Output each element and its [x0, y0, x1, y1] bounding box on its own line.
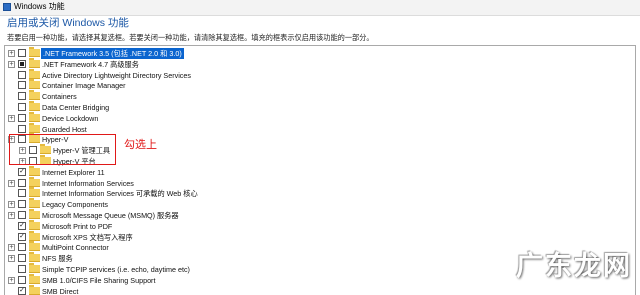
folder-icon — [29, 165, 40, 176]
expand-toggle-icon[interactable]: + — [8, 50, 15, 57]
feature-label: Active Directory Lightweight Directory S… — [42, 70, 191, 80]
feature-checkbox[interactable] — [18, 254, 26, 263]
feature-checkbox[interactable] — [18, 92, 26, 101]
window-title: Windows 功能 — [14, 2, 65, 11]
feature-row[interactable]: Simple TCPIP services (i.e. echo, daytim… — [5, 263, 605, 275]
feature-label: Device Lockdown — [42, 113, 99, 123]
page-description: 若要启用一种功能，请选择其复选框。若要关闭一种功能，请清除其复选框。填充的框表示… — [7, 33, 374, 42]
folder-icon — [29, 209, 40, 219]
feature-row[interactable]: + .NET Framework 4.7 高级服务 — [5, 57, 605, 70]
feature-row[interactable]: Containers — [5, 90, 605, 102]
annotation-highlight-box — [9, 134, 116, 165]
feature-label: Internet Explorer 11 — [42, 167, 105, 177]
expand-toggle-icon[interactable]: + — [8, 255, 15, 263]
expand-toggle-icon[interactable]: + — [8, 179, 15, 187]
feature-row[interactable]: + Microsoft Message Queue (MSMQ) 服务器 — [5, 209, 605, 221]
page-heading: 启用或关闭 Windows 功能 — [7, 17, 129, 29]
expand-toggle-icon[interactable]: + — [8, 276, 15, 284]
feature-checkbox[interactable] — [18, 200, 26, 209]
expand-toggle-icon[interactable]: + — [8, 201, 15, 209]
feature-row[interactable]: Guarded Host — [5, 122, 605, 135]
expand-toggle-icon[interactable]: + — [8, 60, 15, 68]
annotation-text: 勾选上 — [124, 139, 157, 151]
feature-row[interactable]: + Device Lockdown — [5, 111, 605, 124]
folder-icon — [29, 187, 40, 198]
feature-checkbox[interactable] — [18, 275, 26, 284]
folder-icon — [29, 176, 40, 187]
feature-row[interactable]: Data Center Bridging — [5, 101, 605, 113]
feature-checkbox[interactable] — [18, 124, 26, 133]
feature-label: .NET Framework 4.7 高级服务 — [42, 59, 139, 69]
title-bar: Windows 功能 — [0, 0, 640, 16]
feature-label: MultiPoint Connector — [42, 243, 109, 253]
feature-checkbox[interactable]: ✓ — [18, 167, 26, 176]
expand-toggle-icon[interactable]: + — [8, 114, 15, 122]
feature-row[interactable]: Active Directory Lightweight Directory S… — [5, 68, 605, 81]
feature-label: SMB 1.0/CIFS File Sharing Support — [42, 275, 156, 285]
folder-icon — [29, 273, 40, 284]
feature-checkbox[interactable]: ✓ — [18, 221, 26, 230]
folder-icon — [29, 68, 40, 79]
feature-label: .NET Framework 3.5 (包括 .NET 2.0 和 3.0) — [41, 48, 184, 59]
feature-checkbox[interactable] — [18, 59, 26, 68]
feature-label: Microsoft Print to PDF — [42, 221, 113, 231]
folder-icon — [29, 122, 40, 133]
feature-row[interactable]: ✓ SMB Direct — [5, 284, 605, 295]
feature-label: Guarded Host — [42, 124, 87, 134]
feature-row[interactable]: ✓ Microsoft XPS 文档写入程序 — [5, 230, 605, 243]
feature-checkbox[interactable] — [18, 49, 26, 57]
feature-checkbox[interactable] — [18, 265, 26, 273]
feature-checkbox[interactable] — [18, 103, 26, 111]
feature-row[interactable]: + .NET Framework 3.5 (包括 .NET 2.0 和 3.0) — [5, 47, 605, 59]
watermark-logo: 广东龙网 — [516, 251, 632, 281]
feature-label: Simple TCPIP services (i.e. echo, daytim… — [42, 265, 190, 274]
folder-icon — [29, 90, 40, 101]
folder-icon — [29, 241, 40, 252]
folder-icon — [29, 263, 40, 273]
feature-label: Internet Information Services 可承载的 Web 核… — [42, 189, 198, 199]
feature-label: Legacy Components — [42, 200, 108, 210]
folder-icon — [29, 57, 40, 68]
folder-icon — [29, 219, 40, 230]
feature-checkbox[interactable] — [18, 178, 26, 187]
folder-icon — [29, 79, 40, 90]
folder-icon — [29, 252, 40, 263]
feature-row[interactable]: Internet Information Services 可承载的 Web 核… — [5, 187, 605, 199]
window-app-icon — [3, 3, 11, 11]
feature-row[interactable]: + NFS 服务 — [5, 252, 605, 264]
feature-row[interactable]: ✓ Microsoft Print to PDF — [5, 219, 605, 232]
folder-icon — [29, 47, 40, 57]
feature-row[interactable]: + MultiPoint Connector — [5, 241, 605, 253]
feature-label: Containers — [42, 92, 77, 102]
folder-icon — [29, 101, 40, 111]
feature-row[interactable]: Container Image Manager — [5, 79, 605, 91]
feature-row[interactable]: + Legacy Components — [5, 198, 605, 210]
feature-checkbox[interactable] — [18, 113, 26, 122]
folder-icon — [29, 230, 40, 241]
folder-icon — [29, 111, 40, 122]
feature-checkbox[interactable] — [18, 81, 26, 90]
feature-checkbox[interactable] — [18, 211, 26, 219]
feature-checkbox[interactable] — [18, 70, 26, 79]
feature-row[interactable]: ✓ Internet Explorer 11 — [5, 165, 605, 178]
feature-checkbox[interactable] — [18, 189, 26, 198]
feature-row[interactable]: + Internet Information Services — [5, 176, 605, 189]
feature-checkbox[interactable]: ✓ — [18, 232, 26, 241]
expand-toggle-icon[interactable]: + — [8, 212, 15, 219]
folder-icon — [29, 284, 40, 295]
expand-toggle-icon[interactable]: + — [8, 244, 15, 252]
feature-label: NFS 服务 — [42, 254, 73, 264]
feature-checkbox[interactable]: ✓ — [18, 286, 26, 295]
feature-label: SMB Direct — [42, 286, 79, 295]
feature-checkbox[interactable] — [18, 243, 26, 252]
feature-label: Internet Information Services — [42, 178, 134, 188]
feature-label: Container Image Manager — [42, 81, 126, 91]
folder-icon — [29, 198, 40, 209]
feature-label: Microsoft XPS 文档写入程序 — [42, 232, 133, 242]
feature-label: Data Center Bridging — [42, 103, 110, 112]
feature-label: Microsoft Message Queue (MSMQ) 服务器 — [42, 211, 179, 220]
feature-row[interactable]: + SMB 1.0/CIFS File Sharing Support — [5, 273, 605, 286]
